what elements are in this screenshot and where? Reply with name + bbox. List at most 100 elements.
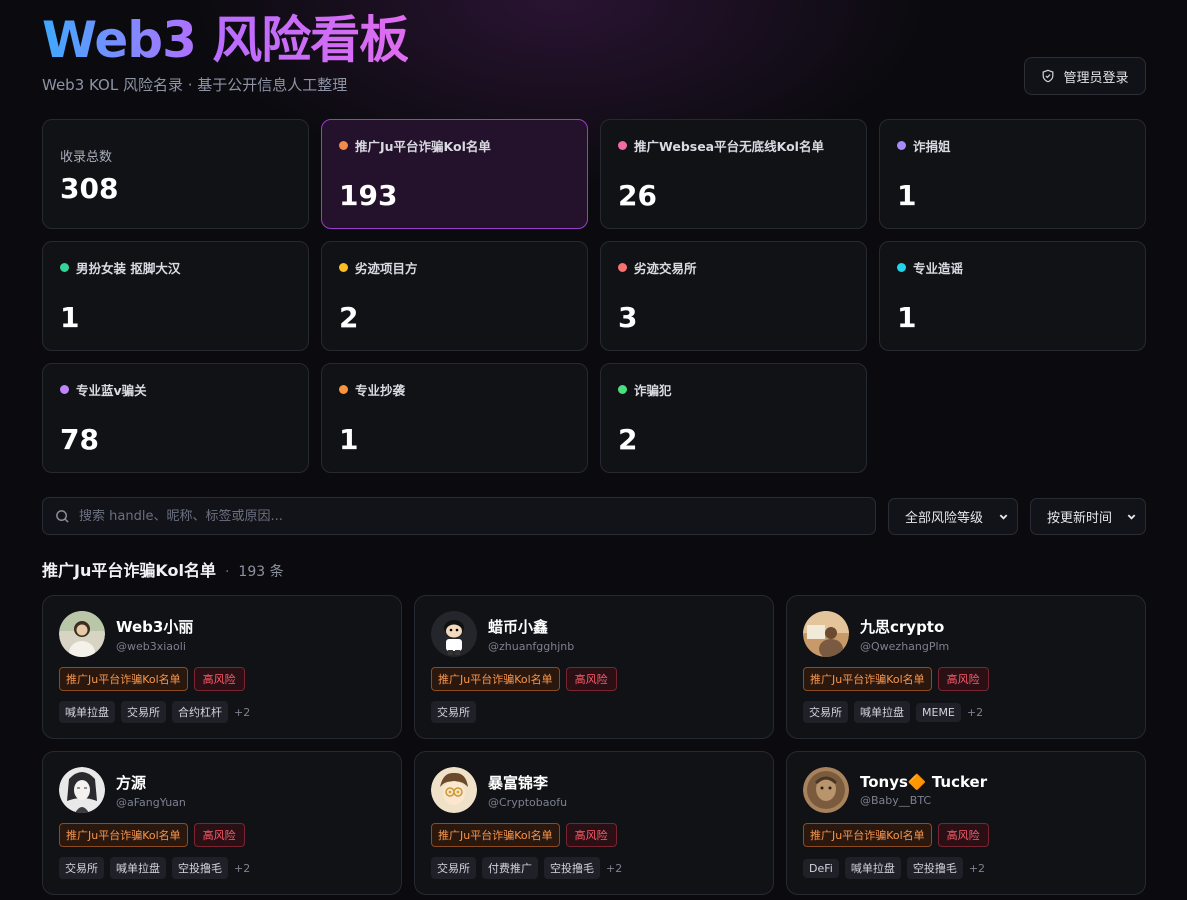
- chevron-down-icon: [999, 514, 1008, 520]
- stat-label-row: 专业蓝v骗关: [60, 380, 291, 399]
- tag-chip: 喊单拉盘: [59, 701, 115, 723]
- search-input[interactable]: [79, 508, 839, 524]
- stat-value: 2: [339, 301, 359, 334]
- card-header: 暴富锦李 @Cryptobaofu: [431, 767, 757, 813]
- badge-row: 推广Ju平台诈骗Kol名单 高风险: [803, 823, 1129, 847]
- page-title: Web3 风险看板: [42, 11, 409, 69]
- category-dot-icon: [60, 263, 69, 272]
- tag-row: 交易所 喊单拉盘 空投撸毛 +2: [59, 857, 385, 879]
- kol-card[interactable]: Web3小丽 @web3xiaoli 推广Ju平台诈骗Kol名单 高风险喊单拉盘 交易所…: [42, 595, 402, 739]
- kol-card[interactable]: 九思crypto @QwezhangPlm 推广Ju平台诈骗Kol名单 高风险 交易所喊…: [786, 595, 1146, 739]
- tag-chip: 交易所: [431, 857, 476, 879]
- stat-card[interactable]: 诈捐姐 1: [879, 119, 1146, 229]
- search-bar[interactable]: [42, 497, 876, 535]
- card-header: 蜡币小鑫 @zhuanfgghjnb: [431, 611, 757, 657]
- stat-card[interactable]: 专业造谣 1: [879, 241, 1146, 351]
- risk-level-select[interactable]: 全部风险等级: [888, 498, 1018, 535]
- stat-label: 专业抄袭: [355, 383, 406, 398]
- risk-badge: 高风险: [937, 823, 989, 847]
- admin-login-button[interactable]: 管理员登录: [1024, 57, 1146, 95]
- badge-row: 推广Ju平台诈骗Kol名单 高风险: [803, 667, 1129, 691]
- card-identity: 九思crypto @QwezhangPlm: [860, 616, 949, 653]
- category-badge: 推广Ju平台诈骗Kol名单: [803, 823, 932, 847]
- tag-chip: 交易所: [121, 701, 166, 723]
- kol-handle: @aFangYuan: [116, 795, 186, 809]
- category-badge: 推广Ju平台诈骗Kol名单: [803, 667, 932, 691]
- stat-label-row: 劣迹项目方: [339, 258, 570, 277]
- stat-label-row: 诈骗犯: [618, 380, 849, 399]
- stat-card[interactable]: 男扮女装 抠脚大汉 1: [42, 241, 309, 351]
- tag-chip: 喊单拉盘: [854, 701, 910, 723]
- category-dot-icon: [897, 141, 906, 150]
- tag-chip: MEME: [916, 702, 961, 722]
- risk-level-value: 全部风险等级: [905, 511, 984, 526]
- stat-card[interactable]: 专业抄袭 1: [321, 363, 588, 473]
- kol-card[interactable]: Tonys🔶 Tucker @Baby__BTC 推广Ju平台诈骗Kol名单 高风险 D…: [786, 751, 1146, 895]
- kol-name: 方源: [116, 773, 147, 792]
- stat-value: 308: [60, 172, 119, 205]
- tag-chip: 交易所: [59, 857, 104, 879]
- stat-label-row: 收录总数: [60, 146, 291, 165]
- stat-card[interactable]: 推广Ju平台诈骗Kol名单 193: [321, 119, 588, 229]
- stat-label-row: 劣迹交易所: [618, 258, 849, 277]
- stat-card[interactable]: 劣迹项目方 2: [321, 241, 588, 351]
- search-icon: [56, 509, 69, 523]
- sort-value: 按更新时间: [1047, 511, 1113, 526]
- stat-value: 1: [339, 423, 359, 456]
- stat-card[interactable]: 诈骗犯 2: [600, 363, 867, 473]
- risk-badge: 高风险: [565, 667, 617, 691]
- category-dot-icon: [618, 141, 627, 150]
- stat-label: 专业蓝v骗关: [76, 383, 147, 398]
- sort-select[interactable]: 按更新时间: [1030, 498, 1146, 535]
- avatar: [803, 767, 849, 813]
- avatar: [59, 767, 105, 813]
- category-badge: 推广Ju平台诈骗Kol名单: [431, 823, 560, 847]
- more-tags-count: +2: [966, 705, 984, 719]
- stat-value: 2: [618, 423, 638, 456]
- kol-handle: @zhuanfgghjnb: [488, 639, 575, 653]
- badge-row: 推广Ju平台诈骗Kol名单 高风险: [431, 823, 757, 847]
- section-header: 推广Ju平台诈骗Kol名单 · 193 条: [42, 557, 284, 581]
- badge-row: 推广Ju平台诈骗Kol名单 高风险: [59, 823, 385, 847]
- stat-value: 1: [897, 301, 917, 334]
- stat-label-row: 推广Websea平台无底线Kol名单: [618, 136, 849, 155]
- avatar: [431, 767, 477, 813]
- card-identity: Web3小丽 @web3xiaoli: [116, 616, 193, 653]
- kol-name: 蜡币小鑫: [488, 617, 549, 636]
- tag-chip: 喊单拉盘: [110, 857, 166, 879]
- stat-label-row: 推广Ju平台诈骗Kol名单: [339, 136, 570, 155]
- card-header: 方源 @aFangYuan: [59, 767, 385, 813]
- tag-chip: 空投撸毛: [906, 857, 963, 879]
- kol-name: Web3小丽: [116, 617, 194, 636]
- category-badge: 推广Ju平台诈骗Kol名单: [431, 667, 560, 691]
- avatar: [803, 611, 849, 657]
- kol-card[interactable]: 蜡币小鑫 @zhuanfgghjnb 推广Ju平台诈骗Kol名单 高风险 交易所: [414, 595, 774, 739]
- risk-badge: 高风险: [193, 823, 245, 847]
- stat-card-total: 收录总数 308: [42, 119, 309, 229]
- more-tags-count: +2: [234, 705, 251, 719]
- kol-card[interactable]: 方源 @aFangYuan 推广Ju平台诈骗Kol名单 高风险 交易所 喊单拉盘 空投撸毛 +…: [42, 751, 402, 895]
- stat-label-row: 专业造谣: [897, 258, 1128, 277]
- card-identity: Tonys🔶 Tucker @Baby__BTC: [860, 773, 987, 807]
- kol-card[interactable]: 暴富锦李 @Cryptobaofu 推广Ju平台诈骗Kol名单 高风险 交易所 付费推广空…: [414, 751, 774, 895]
- stat-label-row: 男扮女装 抠脚大汉: [60, 258, 291, 277]
- category-dot-icon: [339, 141, 348, 150]
- kol-name: Tonys🔶 Tucker: [860, 773, 988, 791]
- risk-badge: 高风险: [193, 667, 245, 691]
- avatar: [59, 611, 105, 657]
- tag-row: 交易所 付费推广 空投撸毛 +2: [431, 857, 757, 879]
- category-dot-icon: [339, 385, 348, 394]
- admin-login-label: 管理员登录: [1063, 70, 1129, 86]
- stat-label: 收录总数: [60, 150, 113, 165]
- kol-card-grid: Web3小丽 @web3xiaoli 推广Ju平台诈骗Kol名单 高风险 喊单拉盘 交易所…: [42, 595, 1146, 895]
- stat-label: 专业造谣: [913, 261, 964, 276]
- more-tags-count: +2: [606, 861, 623, 875]
- stat-card[interactable]: 推广Websea平台无底线Kol名单 26: [600, 119, 867, 229]
- category-dot-icon: [339, 263, 348, 272]
- stat-value: 193: [339, 179, 398, 212]
- stat-card[interactable]: 劣迹交易所 3: [600, 241, 867, 351]
- stat-label: 推广Ju平台诈骗Kol名单: [355, 139, 491, 154]
- stat-label: 男扮女装 抠脚大汉: [76, 261, 181, 276]
- stat-card[interactable]: 专业蓝v骗关 78: [42, 363, 309, 473]
- category-badge: 推广Ju平台诈骗Kol名单: [59, 667, 188, 691]
